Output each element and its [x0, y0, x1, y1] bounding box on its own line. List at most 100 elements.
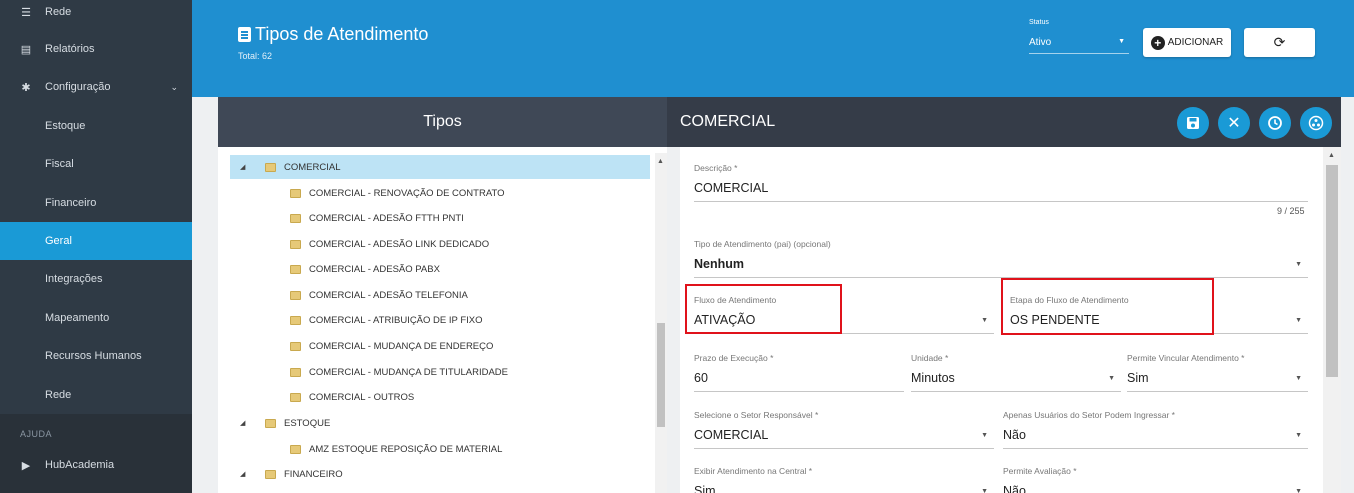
- caret-down-icon: ▼: [981, 317, 988, 324]
- tree-node-label: COMERCIAL - ADESÃO FTTH PNTI: [309, 212, 464, 224]
- folder-icon: [290, 213, 301, 223]
- folder-icon: [290, 341, 301, 351]
- field-underline: [1127, 391, 1308, 392]
- app-root: ☰ Rede ▤ Relatórios ✱ Configuração ⌄ Est…: [0, 0, 1354, 493]
- collapse-icon: ◢: [240, 420, 246, 427]
- sidebar: ☰ Rede ▤ Relatórios ✱ Configuração ⌄ Est…: [0, 0, 192, 493]
- sidebar-item-label: Mapeamento: [45, 312, 110, 324]
- caret-down-icon: ▼: [1295, 317, 1302, 324]
- field-value: Sim: [694, 484, 716, 493]
- sidebar-item-label: Fiscal: [45, 158, 74, 170]
- field-underline: [911, 391, 1121, 392]
- add-button-label: ADICIONAR: [1167, 37, 1224, 48]
- folder-icon: [290, 239, 301, 249]
- highlight-box: [685, 284, 842, 334]
- plus-circle-icon: +: [1150, 35, 1165, 50]
- caret-down-icon: ▼: [1108, 375, 1115, 382]
- workflow-button[interactable]: [1300, 107, 1332, 139]
- scrollbar-thumb[interactable]: [1326, 165, 1338, 377]
- folder-icon: [290, 367, 301, 377]
- caret-down-icon: ▼: [1118, 38, 1125, 45]
- field-label: Descrição *: [694, 163, 738, 173]
- folder-icon: [290, 188, 301, 198]
- tree-node-label: COMERCIAL - MUDANÇA DE ENDEREÇO: [309, 340, 494, 352]
- tree-node-label: COMERCIAL - MUDANÇA DE TITULARIDADE: [309, 366, 508, 378]
- history-button[interactable]: [1259, 107, 1291, 139]
- field-label: Selecione o Setor Responsável *: [694, 410, 819, 420]
- char-counter: 9 / 255: [1277, 206, 1305, 216]
- close-icon: ✕: [1227, 115, 1241, 132]
- field-label: Prazo de Execução *: [694, 353, 774, 363]
- tree-node-label: FINANCEIRO: [284, 468, 343, 480]
- tipos-panel-title: Tipos: [423, 113, 462, 130]
- sidebar-item-mapeamento[interactable]: Mapeamento: [0, 299, 192, 337]
- tree-node-label: COMERCIAL - RENOVAÇÃO DE CONTRATO: [309, 187, 505, 199]
- detail-panel-header: COMERCIAL ✕: [667, 97, 1341, 147]
- sidebar-item-label: Recursos Humanos: [45, 350, 142, 362]
- field-value: Não: [1003, 428, 1026, 442]
- cancel-button[interactable]: ✕: [1218, 107, 1250, 139]
- tree-node-label: COMERCIAL: [284, 161, 341, 173]
- sidebar-item-label: Rede: [45, 389, 72, 401]
- gear-icon: ✱: [21, 81, 31, 94]
- field-value: Não: [1003, 484, 1026, 493]
- scrollbar-thumb[interactable]: [657, 323, 665, 427]
- tree-node-label: COMERCIAL - ADESÃO LINK DEDICADO: [309, 238, 490, 250]
- add-button[interactable]: + ADICIONAR: [1143, 28, 1231, 57]
- sidebar-item-label: Relatórios: [45, 43, 95, 55]
- sidebar-item-financeiro[interactable]: Financeiro: [0, 184, 192, 222]
- caret-down-icon: ▼: [981, 488, 988, 493]
- history-icon: [1268, 116, 1282, 130]
- caret-down-icon: ▼: [1295, 432, 1302, 439]
- refresh-button[interactable]: ⟳: [1244, 28, 1315, 57]
- tipos-panel-header: Tipos: [218, 97, 667, 147]
- field-value: Sim: [1127, 371, 1149, 385]
- folder-icon: [290, 290, 301, 300]
- form-scrollbar[interactable]: ▲: [1323, 147, 1341, 493]
- sidebar-item-label: Estoque: [45, 120, 86, 132]
- caret-down-icon: ▼: [981, 432, 988, 439]
- sidebar-item-hubacademia[interactable]: ▶ HubAcademia: [0, 446, 192, 484]
- tree-node-label: COMERCIAL - OUTROS: [309, 391, 415, 403]
- folder-icon: [290, 392, 301, 402]
- field-value: COMERCIAL: [694, 428, 769, 442]
- server-icon: ☰: [21, 6, 31, 19]
- detail-panel-title: COMERCIAL: [680, 113, 776, 130]
- field-value: Minutos: [911, 371, 955, 385]
- folder-icon: [290, 264, 301, 274]
- sidebar-item-fiscal[interactable]: Fiscal: [0, 145, 192, 183]
- document-icon: ▤: [20, 43, 32, 56]
- status-select[interactable]: Ativo ▼: [1029, 34, 1129, 54]
- folder-icon: [265, 162, 276, 172]
- sidebar-item-configuracao[interactable]: ✱ Configuração ⌄: [0, 68, 192, 106]
- status-value: Ativo: [1029, 37, 1052, 48]
- sidebar-item-relatorios[interactable]: ▤ Relatórios: [0, 30, 192, 68]
- field-label: Permite Vincular Atendimento *: [1127, 353, 1245, 363]
- sidebar-item-integracoes[interactable]: Integrações: [0, 260, 192, 298]
- sidebar-item-estoque[interactable]: Estoque: [0, 107, 192, 145]
- folder-icon: [265, 418, 276, 428]
- play-icon: ▶: [21, 459, 31, 472]
- field-label: Exibir Atendimento na Central *: [694, 466, 813, 476]
- page-header: Tipos de Atendimento Total: 62 Status At…: [192, 0, 1354, 97]
- sidebar-item-label: Geral: [45, 235, 72, 247]
- field-value: 60: [694, 371, 708, 385]
- sidebar-item-rede[interactable]: Rede: [0, 376, 192, 414]
- document-icon: [238, 27, 251, 42]
- scroll-up-icon[interactable]: ▲: [1328, 152, 1335, 159]
- save-icon: [1187, 117, 1199, 129]
- tipos-tree: ◢ COMERCIAL COMERCIAL - RENOVAÇÃO DE CON…: [218, 147, 667, 493]
- sidebar-item-rede-top[interactable]: ☰ Rede: [0, 0, 192, 31]
- sidebar-item-geral[interactable]: Geral: [0, 222, 192, 260]
- save-button[interactable]: [1177, 107, 1209, 139]
- field-value: Nenhum: [694, 257, 744, 271]
- scroll-up-icon[interactable]: ▲: [657, 158, 664, 165]
- field-underline: [694, 391, 904, 392]
- tree-scrollbar[interactable]: ▲: [655, 153, 667, 493]
- tree-node-label: AMZ ESTOQUE REPOSIÇÃO DE MATERIAL: [309, 443, 503, 455]
- tree-node-comercial[interactable]: ◢ COMERCIAL: [230, 155, 650, 179]
- chevron-down-icon: ⌄: [170, 81, 178, 92]
- field-label: Tipo de Atendimento (pai) (opcional): [694, 239, 831, 249]
- sidebar-item-recursos-humanos[interactable]: Recursos Humanos: [0, 337, 192, 375]
- field-value: COMERCIAL: [694, 181, 769, 195]
